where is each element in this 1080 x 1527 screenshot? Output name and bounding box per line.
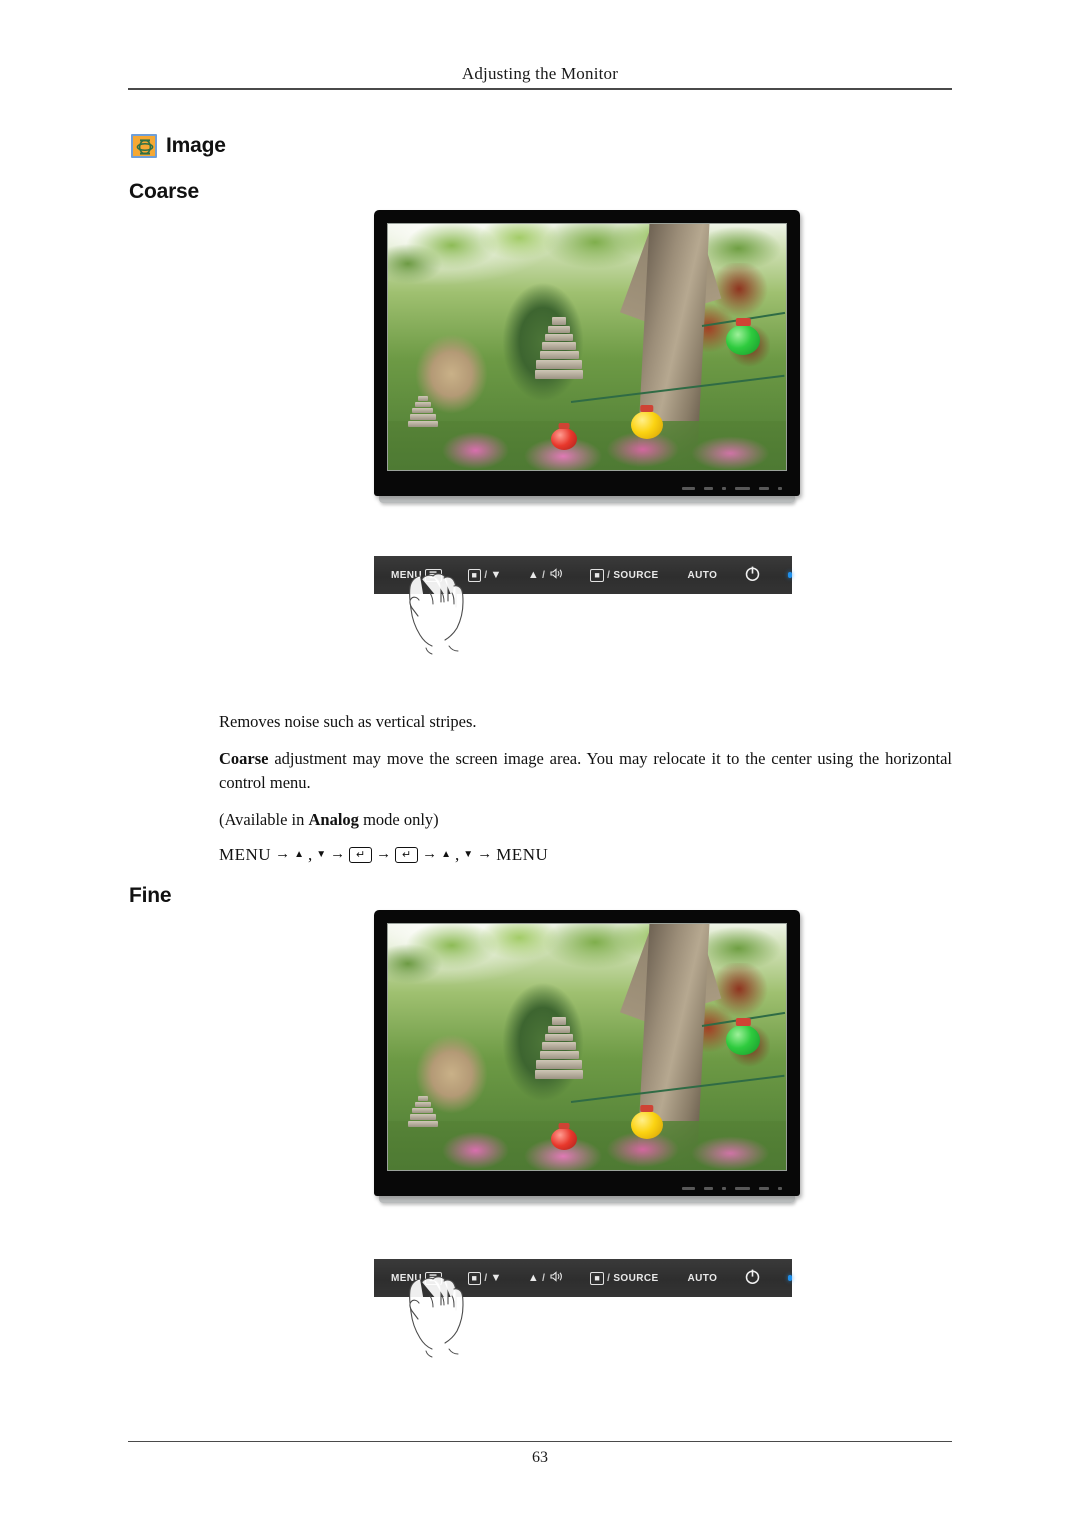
power-button[interactable] bbox=[744, 1268, 761, 1288]
stone-pagoda-small bbox=[407, 396, 438, 428]
nav-up-icon-1: ▲ bbox=[294, 849, 304, 861]
speaker-icon bbox=[548, 568, 564, 582]
minus-down-button[interactable]: ■ / ▼ bbox=[467, 1271, 502, 1285]
nav-enter-key-1: ↵ bbox=[349, 847, 373, 864]
garden-photograph bbox=[388, 224, 786, 470]
paragraph-intro: Removes noise such as vertical stripes. bbox=[219, 710, 952, 734]
monitor-illustration-coarse bbox=[374, 210, 800, 503]
subsection-heading-coarse: Coarse bbox=[129, 180, 200, 203]
paragraph-nav-path: MENU → ▲ , ▼ → ↵ → ↵ → ▲ , ▼ → MENU bbox=[219, 843, 952, 868]
nav-arrow-4: → bbox=[422, 846, 438, 863]
enter-source-button[interactable]: ■ / SOURCE bbox=[590, 568, 659, 582]
paper-lantern-green bbox=[726, 324, 761, 355]
stone-pagoda-small bbox=[407, 1096, 438, 1128]
auto-button-label: AUTO bbox=[687, 1272, 718, 1284]
enter-source-button[interactable]: ■ / SOURCE bbox=[590, 1271, 659, 1285]
menu-list-icon: ☰ bbox=[425, 1271, 442, 1285]
power-icon bbox=[744, 1268, 761, 1288]
minus-icon: ■ bbox=[467, 568, 482, 582]
auto-button[interactable]: AUTO bbox=[688, 1273, 718, 1284]
nav-comma-2: , bbox=[455, 845, 460, 864]
monitor-screen bbox=[387, 223, 787, 471]
nav-arrow-5: → bbox=[477, 846, 493, 863]
nav-down-icon-2: ▼ bbox=[463, 849, 474, 861]
paragraph-availability: (Available in Analog mode only) bbox=[219, 808, 952, 832]
stone-pagoda-large bbox=[535, 317, 584, 380]
enter-icon: ■ bbox=[590, 568, 605, 582]
slash-separator-1: / bbox=[484, 569, 488, 581]
auto-button[interactable]: AUTO bbox=[688, 570, 718, 581]
document-page: Adjusting the Monitor Image Coarse MENU … bbox=[0, 0, 1080, 1527]
up-volume-button[interactable]: ▲ / bbox=[528, 568, 564, 582]
monitor-illustration-fine bbox=[374, 910, 800, 1203]
power-button[interactable] bbox=[744, 565, 761, 585]
slash-separator-2: / bbox=[542, 1272, 546, 1284]
monitor-stand-base bbox=[379, 496, 795, 503]
speaker-icon bbox=[548, 1271, 564, 1285]
slash-separator-3: / bbox=[607, 569, 611, 581]
up-arrow-icon: ▲ bbox=[527, 1271, 540, 1284]
power-icon bbox=[744, 565, 761, 585]
running-header-title: Adjusting the Monitor bbox=[461, 64, 619, 83]
monitor-control-panel-fine: MENU ☰ ■ / ▼ ▲ / ■ / SOURCE AUTO bbox=[374, 1259, 792, 1358]
minus-down-button[interactable]: ■ / ▼ bbox=[467, 568, 502, 582]
paper-lantern-yellow bbox=[630, 1110, 663, 1139]
nav-comma-1: , bbox=[307, 845, 313, 864]
menu-button-label: MENU bbox=[391, 1272, 423, 1284]
enter-icon: ■ bbox=[590, 1271, 605, 1285]
monitor-screen bbox=[387, 923, 787, 1171]
paragraph-detail-bold: Coarse bbox=[219, 749, 269, 768]
power-led-indicator bbox=[788, 1275, 792, 1281]
power-led-indicator bbox=[788, 572, 792, 578]
monitor-bezel bbox=[374, 910, 800, 1196]
auto-button-label: AUTO bbox=[687, 569, 718, 581]
up-volume-button[interactable]: ▲ / bbox=[528, 1271, 564, 1285]
nav-menu-end: MENU bbox=[496, 845, 549, 864]
bezel-button-markings bbox=[682, 487, 782, 490]
monitor-bezel bbox=[374, 210, 800, 496]
paragraph-detail: Coarse adjustment may move the screen im… bbox=[219, 747, 952, 795]
availability-suffix: mode only) bbox=[358, 810, 439, 829]
nav-arrow-1: → bbox=[275, 846, 291, 863]
minus-icon: ■ bbox=[467, 1271, 482, 1285]
nav-arrow-2: → bbox=[330, 846, 346, 863]
availability-prefix: (Available in bbox=[219, 810, 309, 829]
monitor-control-panel-coarse: MENU ☰ ■ / ▼ ▲ / ■ / SOURCE AUTO bbox=[374, 556, 792, 655]
menu-list-icon: ☰ bbox=[425, 568, 442, 582]
header-divider-rule bbox=[128, 88, 952, 90]
footer-divider-rule bbox=[128, 1441, 952, 1442]
bezel-button-markings bbox=[682, 1187, 782, 1190]
paragraph-intro-text: Removes noise such as vertical stripes. bbox=[219, 712, 477, 731]
menu-button[interactable]: MENU ☰ bbox=[391, 568, 442, 582]
garden-photograph bbox=[388, 924, 786, 1170]
paper-lantern-green bbox=[726, 1024, 761, 1055]
nav-menu-start: MENU bbox=[219, 845, 272, 864]
image-settings-icon bbox=[131, 134, 157, 158]
monitor-stand-base bbox=[379, 1196, 795, 1203]
menu-button-label: MENU bbox=[391, 569, 423, 581]
source-button-label: SOURCE bbox=[613, 1272, 659, 1284]
slash-separator-2: / bbox=[542, 569, 546, 581]
nav-enter-key-2: ↵ bbox=[395, 847, 419, 864]
stone-pagoda-large bbox=[535, 1017, 584, 1080]
section-heading-image: Image bbox=[131, 134, 226, 158]
subsection-heading-fine: Fine bbox=[129, 884, 172, 907]
nav-down-icon-1: ▼ bbox=[316, 849, 327, 861]
page-number: 63 bbox=[532, 1449, 548, 1466]
menu-button[interactable]: MENU ☰ bbox=[391, 1271, 442, 1285]
menu-navigation-path: MENU → ▲ , ▼ → ↵ → ↵ → ▲ , ▼ → MENU bbox=[219, 843, 952, 868]
down-arrow-icon: ▼ bbox=[490, 568, 502, 581]
nav-arrow-3: → bbox=[376, 846, 392, 863]
down-arrow-icon: ▼ bbox=[490, 1271, 502, 1284]
paper-lantern-yellow bbox=[630, 410, 663, 439]
slash-separator-3: / bbox=[607, 1272, 611, 1284]
availability-mode: Analog bbox=[308, 810, 359, 829]
paragraph-detail-text: adjustment may move the screen image are… bbox=[219, 749, 952, 792]
slash-separator-1: / bbox=[484, 1272, 488, 1284]
nav-up-icon-2: ▲ bbox=[441, 849, 452, 861]
source-button-label: SOURCE bbox=[613, 569, 659, 581]
up-arrow-icon: ▲ bbox=[527, 568, 540, 581]
section-heading-label: Image bbox=[166, 134, 226, 157]
